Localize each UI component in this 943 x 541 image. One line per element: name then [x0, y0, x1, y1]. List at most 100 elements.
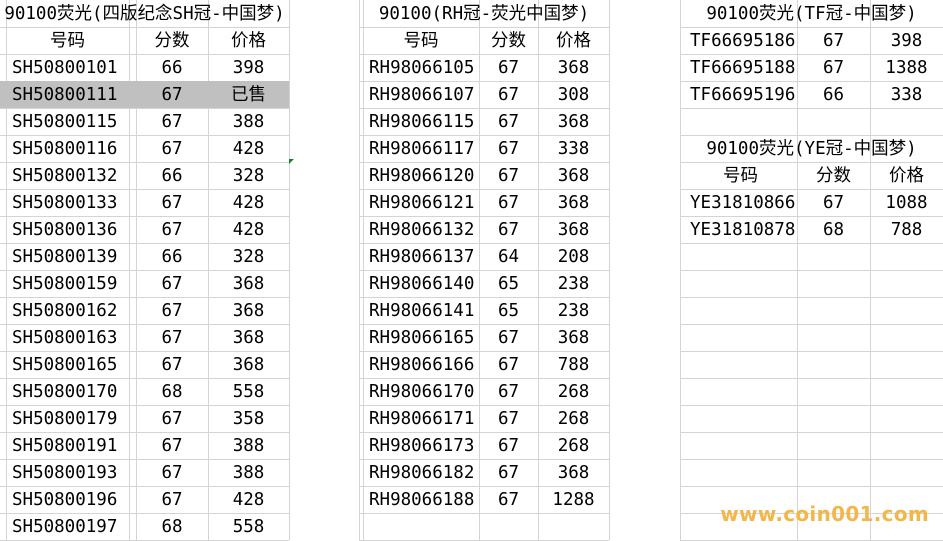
serial-number-cell[interactable]: RH98066121 — [369, 190, 479, 217]
price-cell[interactable]: 328 — [208, 163, 289, 190]
price-cell[interactable]: 368 — [538, 55, 609, 82]
serial-number-cell[interactable]: TF66695188 — [690, 55, 797, 82]
serial-number-cell[interactable]: SH50800197 — [12, 514, 129, 541]
serial-number-cell[interactable]: SH50800136 — [12, 217, 129, 244]
score-cell[interactable]: 67 — [479, 109, 538, 136]
score-cell[interactable]: 68 — [136, 379, 208, 406]
score-cell[interactable]: 67 — [797, 190, 870, 217]
price-cell[interactable]: 368 — [208, 298, 289, 325]
section-title[interactable]: 90100(RH冠-荧光中国梦) — [359, 1, 609, 28]
score-cell[interactable]: 67 — [136, 217, 208, 244]
serial-number-cell[interactable]: SH50800191 — [12, 433, 129, 460]
score-cell[interactable]: 67 — [136, 460, 208, 487]
score-cell[interactable]: 65 — [479, 271, 538, 298]
price-cell[interactable]: 368 — [538, 460, 609, 487]
serial-number-cell[interactable]: SH50800196 — [12, 487, 129, 514]
price-cell[interactable]: 558 — [208, 514, 289, 541]
serial-number-cell[interactable]: RH98066117 — [369, 136, 479, 163]
price-cell[interactable]: 428 — [208, 136, 289, 163]
score-cell[interactable]: 67 — [479, 379, 538, 406]
score-cell[interactable]: 67 — [797, 28, 870, 55]
score-cell[interactable]: 67 — [479, 163, 538, 190]
price-cell[interactable]: 398 — [208, 55, 289, 82]
price-cell[interactable]: 558 — [208, 379, 289, 406]
score-cell[interactable]: 65 — [479, 298, 538, 325]
serial-number-cell[interactable]: SH50800111 — [12, 82, 129, 109]
serial-number-cell[interactable]: RH98066182 — [369, 460, 479, 487]
price-cell[interactable]: 268 — [538, 406, 609, 433]
serial-number-cell[interactable]: RH98066115 — [369, 109, 479, 136]
price-cell[interactable]: 338 — [538, 136, 609, 163]
serial-number-cell[interactable]: SH50800170 — [12, 379, 129, 406]
score-cell[interactable]: 67 — [136, 487, 208, 514]
price-cell[interactable]: 268 — [538, 379, 609, 406]
price-cell[interactable]: 308 — [538, 82, 609, 109]
score-cell[interactable]: 67 — [479, 352, 538, 379]
serial-number-cell[interactable]: SH50800101 — [12, 55, 129, 82]
serial-number-cell[interactable]: RH98066171 — [369, 406, 479, 433]
section-title[interactable]: 90100荧光(TF冠-中国梦) — [680, 1, 943, 28]
score-cell[interactable]: 67 — [479, 217, 538, 244]
price-cell[interactable]: 388 — [208, 460, 289, 487]
price-cell[interactable]: 238 — [538, 271, 609, 298]
serial-number-cell[interactable]: RH98066120 — [369, 163, 479, 190]
price-cell[interactable]: 368 — [538, 325, 609, 352]
price-cell[interactable]: 398 — [870, 28, 943, 55]
column-header[interactable]: 分数 — [797, 163, 870, 190]
score-cell[interactable]: 67 — [136, 109, 208, 136]
score-cell[interactable]: 67 — [479, 325, 538, 352]
serial-number-cell[interactable]: RH98066188 — [369, 487, 479, 514]
column-header[interactable]: 分数 — [479, 28, 538, 55]
score-cell[interactable]: 67 — [136, 325, 208, 352]
score-cell[interactable]: 68 — [797, 217, 870, 244]
serial-number-cell[interactable]: RH98066140 — [369, 271, 479, 298]
price-cell[interactable]: 368 — [538, 217, 609, 244]
score-cell[interactable]: 67 — [479, 55, 538, 82]
price-cell[interactable]: 1388 — [870, 55, 943, 82]
price-cell[interactable]: 268 — [538, 433, 609, 460]
serial-number-cell[interactable]: SH50800139 — [12, 244, 129, 271]
section-title[interactable]: 90100荧光(YE冠-中国梦) — [680, 136, 943, 163]
score-cell[interactable]: 66 — [136, 244, 208, 271]
section-title[interactable]: 90100荧光(四版纪念SH冠-中国梦) — [0, 1, 289, 28]
serial-number-cell[interactable]: TF66695186 — [690, 28, 797, 55]
score-cell[interactable]: 68 — [136, 514, 208, 541]
price-cell[interactable]: 788 — [538, 352, 609, 379]
serial-number-cell[interactable]: RH98066141 — [369, 298, 479, 325]
price-cell[interactable]: 368 — [538, 109, 609, 136]
column-header[interactable]: 号码 — [684, 163, 797, 190]
score-cell[interactable]: 66 — [136, 163, 208, 190]
price-cell[interactable]: 368 — [538, 163, 609, 190]
score-cell[interactable]: 67 — [136, 352, 208, 379]
score-cell[interactable]: 64 — [479, 244, 538, 271]
serial-number-cell[interactable]: SH50800133 — [12, 190, 129, 217]
serial-number-cell[interactable]: SH50800159 — [12, 271, 129, 298]
serial-number-cell[interactable]: RH98066170 — [369, 379, 479, 406]
score-cell[interactable]: 67 — [479, 460, 538, 487]
serial-number-cell[interactable]: SH50800162 — [12, 298, 129, 325]
price-cell[interactable]: 已售 — [208, 82, 289, 109]
score-cell[interactable]: 67 — [136, 433, 208, 460]
price-cell[interactable]: 388 — [208, 433, 289, 460]
score-cell[interactable]: 67 — [797, 55, 870, 82]
column-header[interactable]: 号码 — [6, 28, 129, 55]
serial-number-cell[interactable]: SH50800115 — [12, 109, 129, 136]
score-cell[interactable]: 67 — [136, 271, 208, 298]
serial-number-cell[interactable]: SH50800193 — [12, 460, 129, 487]
price-cell[interactable]: 208 — [538, 244, 609, 271]
serial-number-cell[interactable]: TF66695196 — [690, 82, 797, 109]
serial-number-cell[interactable]: YE31810866 — [690, 190, 797, 217]
price-cell[interactable]: 238 — [538, 298, 609, 325]
serial-number-cell[interactable]: RH98066105 — [369, 55, 479, 82]
serial-number-cell[interactable]: YE31810878 — [690, 217, 797, 244]
price-cell[interactable]: 388 — [208, 109, 289, 136]
score-cell[interactable]: 67 — [479, 406, 538, 433]
serial-number-cell[interactable]: SH50800132 — [12, 163, 129, 190]
score-cell[interactable]: 67 — [136, 406, 208, 433]
serial-number-cell[interactable]: RH98066107 — [369, 82, 479, 109]
score-cell[interactable]: 67 — [479, 433, 538, 460]
score-cell[interactable]: 67 — [136, 190, 208, 217]
price-cell[interactable]: 1088 — [870, 190, 943, 217]
score-cell[interactable]: 67 — [136, 136, 208, 163]
price-cell[interactable]: 1288 — [538, 487, 609, 514]
